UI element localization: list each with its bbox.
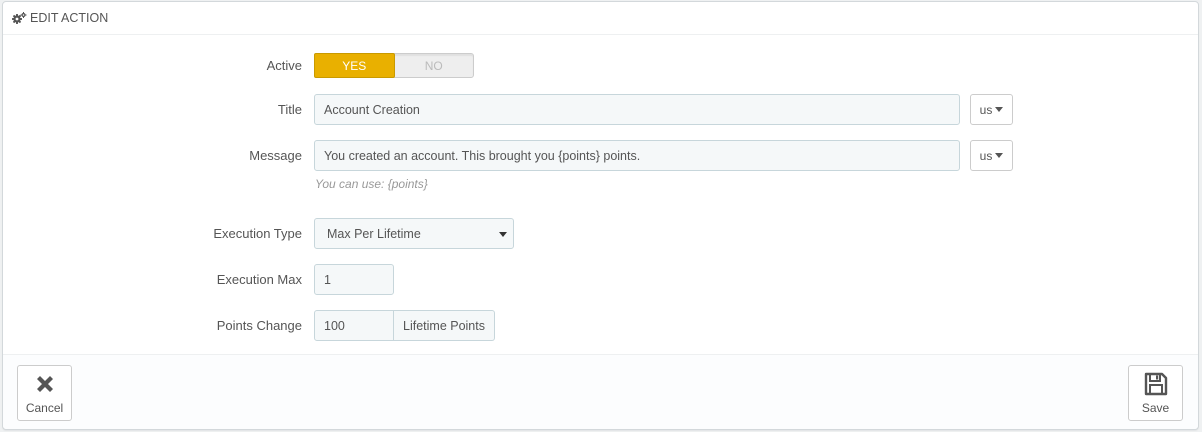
message-help-text: You can use: {points}	[315, 177, 428, 191]
execution-max-input[interactable]: 1	[314, 264, 394, 295]
message-language-label: us	[979, 148, 993, 163]
active-switch[interactable]: YES NO	[314, 53, 474, 78]
cogs-icon	[11, 11, 27, 25]
execution-type-select[interactable]: Max Per Lifetime	[314, 218, 514, 249]
title-input[interactable]: Account Creation	[314, 94, 960, 125]
points-change-addon: Lifetime Points	[394, 310, 495, 341]
execution-max-label: Execution Max	[216, 272, 302, 287]
floppy-disk-icon	[1143, 371, 1169, 397]
title-language-dropdown[interactable]: us	[970, 94, 1013, 125]
edit-action-panel: EDIT ACTION Active YES NO Title Account …	[2, 1, 1199, 430]
points-change-label: Points Change	[216, 318, 302, 333]
panel-heading: EDIT ACTION	[3, 2, 1198, 35]
panel-title: EDIT ACTION	[30, 11, 109, 25]
save-label: Save	[1141, 401, 1170, 415]
execution-type-label: Execution Type	[213, 226, 302, 241]
caret-down-icon	[995, 107, 1004, 112]
message-language-dropdown[interactable]: us	[970, 140, 1013, 171]
active-no-option[interactable]: NO	[395, 54, 474, 77]
caret-down-icon	[995, 153, 1004, 158]
caret-down-icon	[499, 232, 507, 237]
execution-type-value: Max Per Lifetime	[327, 226, 421, 241]
close-icon	[32, 371, 58, 397]
cancel-label: Cancel	[25, 401, 64, 415]
title-label: Title	[277, 102, 302, 117]
title-language-label: us	[979, 102, 993, 117]
panel-footer: Cancel Save	[3, 354, 1198, 429]
active-yes-option[interactable]: YES	[314, 53, 395, 78]
points-change-input[interactable]: 100	[314, 310, 394, 341]
cancel-button[interactable]: Cancel	[17, 365, 72, 421]
save-button[interactable]: Save	[1128, 365, 1183, 421]
message-input[interactable]: You created an account. This brought you…	[314, 140, 960, 171]
active-label: Active	[266, 58, 302, 73]
message-label: Message	[249, 148, 302, 163]
